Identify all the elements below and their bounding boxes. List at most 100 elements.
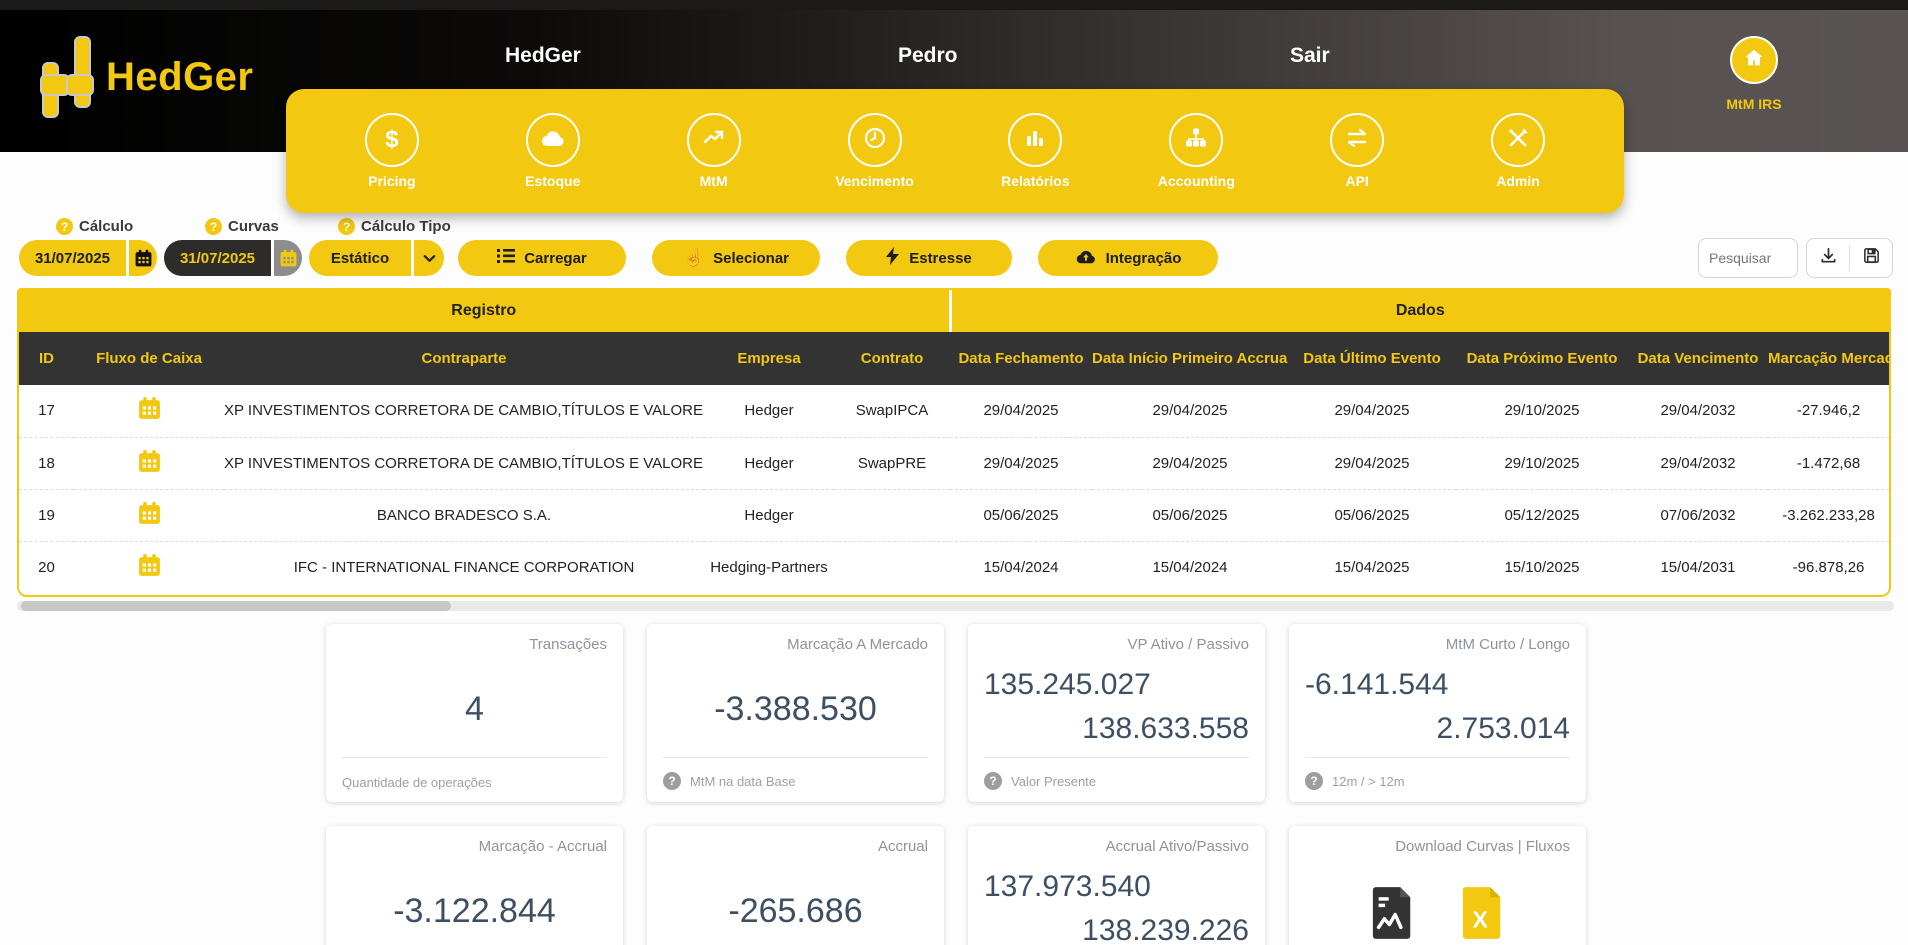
logo-text: HedGer bbox=[106, 55, 254, 100]
table-row[interactable]: 20 IFC - INTERNATIONAL FINANCE CORPORATI… bbox=[19, 541, 1889, 593]
horizontal-scrollbar-thumb[interactable] bbox=[21, 601, 451, 611]
dollar-icon: $ bbox=[385, 126, 398, 154]
horizontal-scrollbar-track[interactable] bbox=[17, 601, 1894, 611]
select-button[interactable]: ☝ Selecionar bbox=[652, 240, 820, 276]
col-contrato: Contrato bbox=[834, 332, 950, 385]
search-input[interactable] bbox=[1698, 238, 1798, 278]
card-vp-ativo-passivo: VP Ativo / Passivo 135.245.027 138.633.5… bbox=[968, 624, 1265, 802]
curves-label: ? Curvas bbox=[205, 218, 279, 235]
save-icon bbox=[1862, 246, 1881, 270]
positions-table: Registro Dados ID Fluxo de Caixa Contrap… bbox=[17, 288, 1891, 597]
load-button[interactable]: Carregar bbox=[458, 240, 626, 276]
chevron-down-icon[interactable] bbox=[414, 240, 444, 276]
col-marcacao-mercado: Marcação Mercado bbox=[1768, 332, 1889, 385]
card-value: -3.388.530 bbox=[647, 690, 944, 729]
col-id: ID bbox=[19, 332, 74, 385]
cloud-upload-icon bbox=[1075, 248, 1097, 269]
col-data-ultimo-evento: Data Último Evento bbox=[1288, 332, 1456, 385]
calc-type-label: ? Cálculo Tipo bbox=[338, 218, 451, 235]
calc-date-value[interactable]: 31/07/2025 bbox=[19, 240, 126, 276]
lightning-icon bbox=[886, 247, 900, 269]
col-data-vencimento: Data Vencimento bbox=[1628, 332, 1768, 385]
download-icon bbox=[1819, 246, 1838, 270]
table-actions bbox=[1698, 238, 1893, 278]
svg-text:X: X bbox=[1472, 906, 1488, 932]
card-download-curvas-fluxos: Download Curvas | Fluxos X bbox=[1289, 826, 1586, 945]
card-value-longo: 2.753.014 bbox=[1437, 712, 1570, 746]
group-header-registro: Registro bbox=[19, 290, 950, 332]
question-icon[interactable]: ? bbox=[56, 218, 73, 235]
card-accrual-ativo-passivo: Accrual Ativo/Passivo 137.973.540 138.23… bbox=[968, 826, 1265, 945]
home-button[interactable] bbox=[1730, 36, 1778, 84]
toolbar-item-estoque[interactable]: Estoque bbox=[498, 113, 608, 189]
card-value-curto: -6.141.544 bbox=[1305, 668, 1448, 702]
export-group bbox=[1806, 238, 1893, 278]
stress-button[interactable]: Estresse bbox=[846, 240, 1012, 276]
home-icon bbox=[1743, 47, 1765, 74]
cashflow-calendar-icon[interactable] bbox=[74, 541, 224, 593]
download-button[interactable] bbox=[1807, 238, 1849, 278]
cloud-icon bbox=[540, 128, 566, 153]
toolbar-item-vencimento[interactable]: Vencimento bbox=[820, 113, 930, 189]
table-row[interactable]: 17 XP INVESTIMENTOS CORRETORA DE CAMBIO,… bbox=[19, 385, 1889, 437]
card-marcacao-mercado: Marcação A Mercado -3.388.530 ? MtM na d… bbox=[647, 624, 944, 802]
tools-icon bbox=[1506, 126, 1530, 155]
card-transacoes: Transações 4 Quantidade de operações bbox=[326, 624, 623, 802]
card-mtm-curto-longo: MtM Curto / Longo -6.141.544 2.753.014 ?… bbox=[1289, 624, 1586, 802]
trend-icon bbox=[702, 126, 726, 155]
excel-file-icon[interactable]: X bbox=[1460, 884, 1506, 945]
filter-bar: ? Cálculo ? Curvas ? Cálculo Tipo 31/07/… bbox=[0, 218, 1908, 280]
save-button[interactable] bbox=[1850, 238, 1892, 278]
question-icon[interactable]: ? bbox=[663, 772, 681, 790]
bar-chart-icon bbox=[1024, 127, 1046, 154]
col-fluxo: Fluxo de Caixa bbox=[74, 332, 224, 385]
card-value: 4 bbox=[326, 690, 623, 729]
question-icon[interactable]: ? bbox=[338, 218, 355, 235]
nav-item-sair[interactable]: Sair bbox=[1290, 44, 1330, 68]
nav-item-hedger[interactable]: HedGer bbox=[505, 44, 581, 68]
question-icon[interactable]: ? bbox=[984, 772, 1002, 790]
toolbar-item-relatorios[interactable]: Relatórios bbox=[980, 113, 1090, 189]
card-value-passivo: 138.239.226 bbox=[1082, 914, 1249, 945]
header-top-strip bbox=[0, 0, 1908, 10]
card-value-ativo: 135.245.027 bbox=[984, 668, 1151, 702]
col-data-proximo-evento: Data Próximo Evento bbox=[1456, 332, 1628, 385]
sitemap-icon bbox=[1184, 126, 1208, 155]
group-header-dados: Dados bbox=[950, 290, 1889, 332]
card-value-ativo: 137.973.540 bbox=[984, 870, 1151, 904]
question-icon[interactable]: ? bbox=[1305, 772, 1323, 790]
calendar-icon[interactable] bbox=[129, 240, 157, 276]
hand-pointer-icon: ☝ bbox=[683, 248, 704, 268]
cashflow-calendar-icon[interactable] bbox=[74, 489, 224, 541]
toolbar-item-mtm[interactable]: MtM bbox=[659, 113, 769, 189]
file-chart-icon[interactable] bbox=[1370, 884, 1416, 945]
toolbar-item-admin[interactable]: Admin bbox=[1463, 113, 1573, 189]
toolbar-item-accounting[interactable]: Accounting bbox=[1141, 113, 1251, 189]
main-toolbar: $ Pricing Estoque MtM Vencimento Relat bbox=[286, 89, 1624, 213]
calc-date-picker[interactable]: 31/07/2025 bbox=[19, 240, 157, 276]
question-icon[interactable]: ? bbox=[205, 218, 222, 235]
cashflow-calendar-icon[interactable] bbox=[74, 385, 224, 437]
table-row[interactable]: 18 XP INVESTIMENTOS CORRETORA DE CAMBIO,… bbox=[19, 437, 1889, 489]
curves-date-picker[interactable]: 31/07/2025 bbox=[164, 240, 302, 276]
card-value: -3.122.844 bbox=[326, 892, 623, 931]
nav-item-pedro[interactable]: Pedro bbox=[898, 44, 958, 68]
card-value: -265.686 bbox=[647, 892, 944, 931]
toolbar-item-api[interactable]: API bbox=[1302, 113, 1412, 189]
list-icon bbox=[497, 248, 515, 268]
app-logo[interactable]: HedGer bbox=[40, 32, 290, 122]
kpi-cards: Transações 4 Quantidade de operações Mar… bbox=[326, 624, 1586, 945]
integration-button[interactable]: Integração bbox=[1038, 240, 1218, 276]
toolbar-item-pricing[interactable]: $ Pricing bbox=[337, 113, 447, 189]
app-root: HedGer HedGer Pedro Sair MtM IRS $ Prici… bbox=[0, 0, 1908, 945]
calendar-icon[interactable] bbox=[274, 240, 302, 276]
table-row[interactable]: 19 BANCO BRADESCO S.A. Hedger 05/06/2025… bbox=[19, 489, 1889, 541]
cashflow-calendar-icon[interactable] bbox=[74, 437, 224, 489]
calc-type-value[interactable]: Estático bbox=[309, 240, 411, 276]
card-marcacao-accrual: Marcação - Accrual -3.122.844 bbox=[326, 826, 623, 945]
calc-type-select[interactable]: Estático bbox=[309, 240, 444, 276]
logo-h-icon bbox=[40, 34, 98, 120]
home-page-label: MtM IRS bbox=[1712, 96, 1796, 112]
card-value-passivo: 138.633.558 bbox=[1082, 712, 1249, 746]
curves-date-value[interactable]: 31/07/2025 bbox=[164, 240, 271, 276]
